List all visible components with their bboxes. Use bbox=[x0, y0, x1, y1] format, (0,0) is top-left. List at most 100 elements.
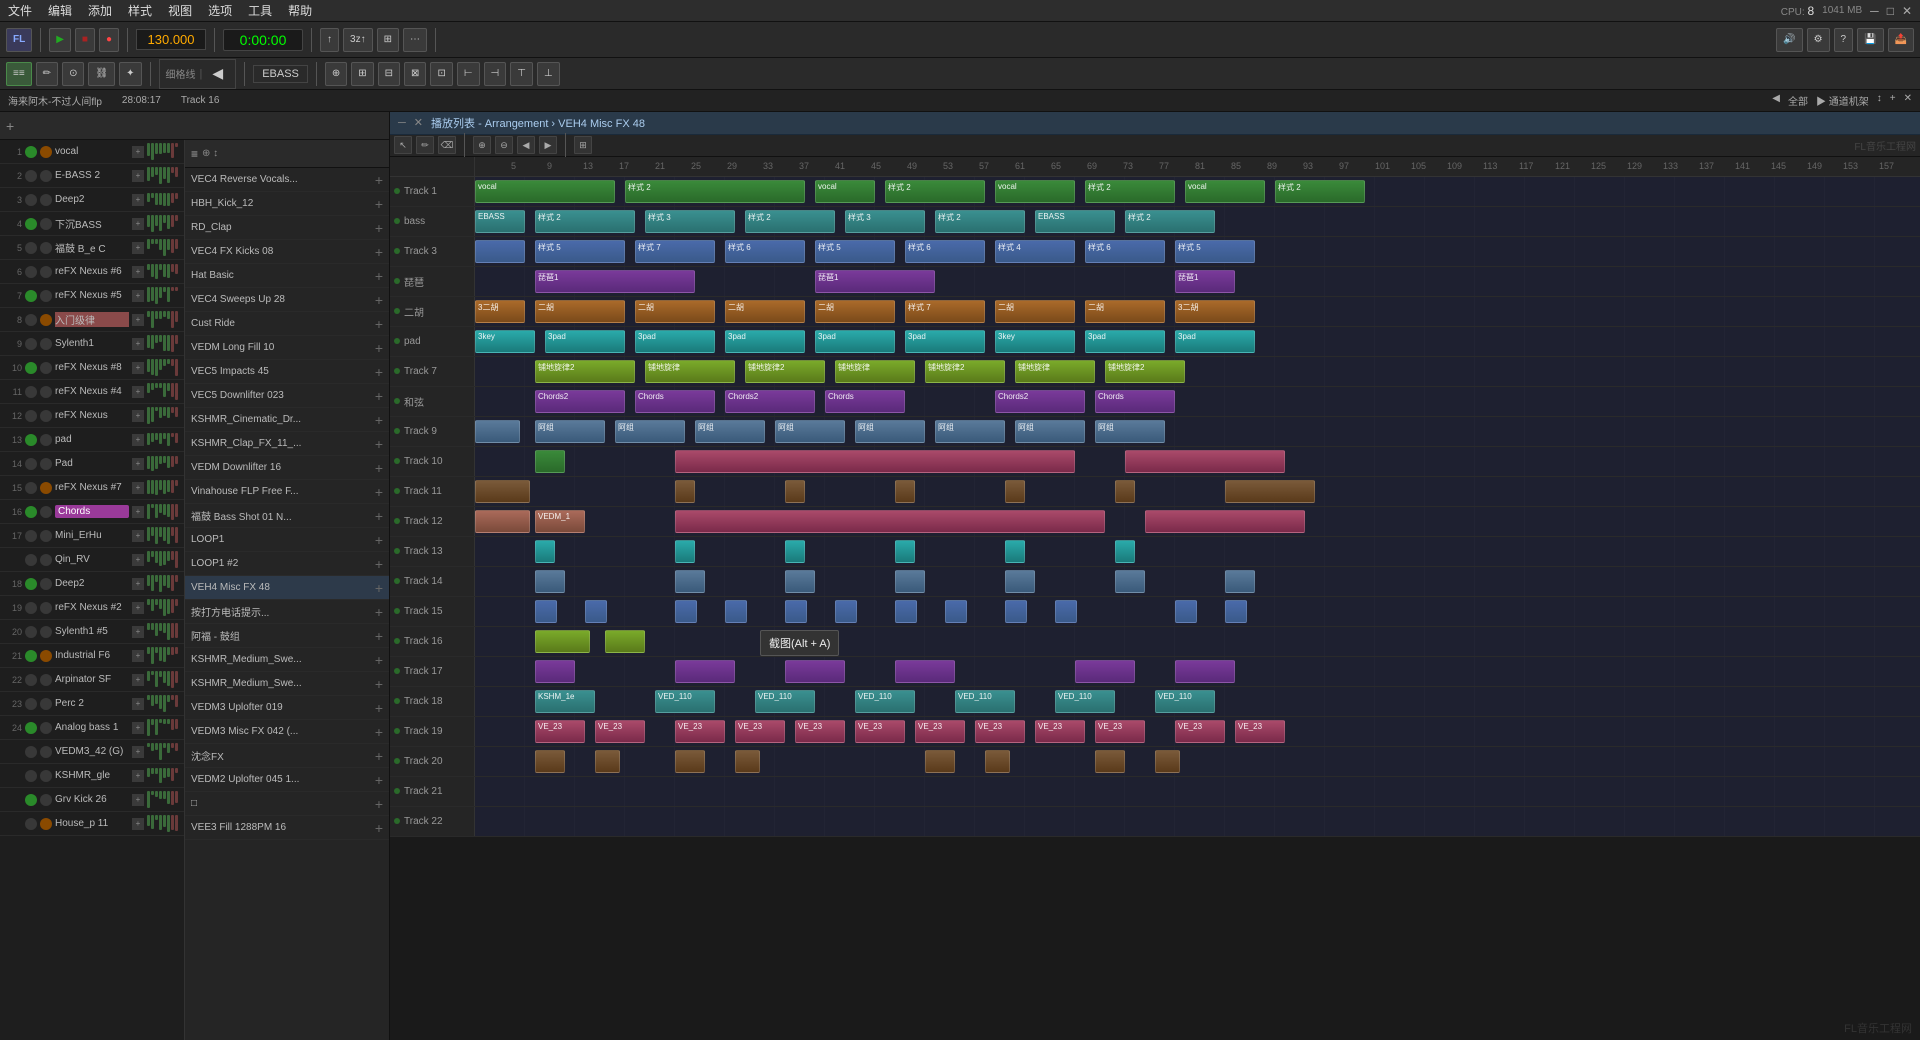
channel-strip-12[interactable]: 13 pad + bbox=[0, 428, 184, 452]
track-clips-4[interactable]: 3二胡二胡二胡二胡二胡样式 7二胡二胡3二胡 bbox=[475, 297, 1920, 326]
bpm-display[interactable]: 130.000 bbox=[136, 29, 206, 50]
cs-mute-15[interactable] bbox=[25, 506, 37, 518]
track-clips-20[interactable] bbox=[475, 777, 1920, 806]
cs-solo-11[interactable] bbox=[40, 410, 52, 422]
pi-add-22[interactable]: + bbox=[375, 700, 383, 716]
track-clips-16[interactable] bbox=[475, 657, 1920, 686]
tool-mute[interactable]: ✦ bbox=[119, 62, 141, 86]
clip-t18-c9[interactable]: VE_23 bbox=[1095, 720, 1145, 743]
clip-t14-c5[interactable] bbox=[835, 600, 857, 623]
pi-add-10[interactable]: + bbox=[375, 412, 383, 428]
cs-mute-20[interactable] bbox=[25, 626, 37, 638]
arr-scroll-right[interactable]: ▶ bbox=[539, 136, 557, 154]
pi-add-6[interactable]: + bbox=[375, 316, 383, 332]
channel-strip-27[interactable]: Grv Kick 26 + bbox=[0, 788, 184, 812]
cs-solo-19[interactable] bbox=[40, 602, 52, 614]
clip-t9-c0[interactable] bbox=[535, 450, 565, 473]
clip-t2-c6[interactable]: 样式 4 bbox=[995, 240, 1075, 263]
pattern-item-11[interactable]: KSHMR_Clap_FX_11_... + bbox=[185, 432, 389, 456]
cs-solo-25[interactable] bbox=[40, 746, 52, 758]
clip-t13-c1[interactable] bbox=[675, 570, 705, 593]
track-clips-11[interactable]: VEDM_1 bbox=[475, 507, 1920, 536]
clip-t7-c5[interactable]: Chords bbox=[1095, 390, 1175, 413]
cs-mute-24[interactable] bbox=[25, 722, 37, 734]
mix-btn3[interactable]: ⊟ bbox=[378, 62, 400, 86]
clip-t12-c4[interactable] bbox=[1005, 540, 1025, 563]
pattern-item-26[interactable]: □ + bbox=[185, 792, 389, 816]
cs-add-26[interactable]: + bbox=[132, 770, 144, 782]
track-clips-18[interactable]: VE_23VE_23VE_23VE_23VE_23VE_23VE_23VE_23… bbox=[475, 717, 1920, 746]
mix-btn6[interactable]: ⊢ bbox=[457, 62, 480, 86]
clip-t14-c10[interactable] bbox=[1175, 600, 1197, 623]
channel-strip-6[interactable]: 7 reFX Nexus #5 + bbox=[0, 284, 184, 308]
pi-add-26[interactable]: + bbox=[375, 796, 383, 812]
cs-mute-1[interactable] bbox=[25, 170, 37, 182]
win-maximize[interactable]: □ bbox=[1887, 4, 1894, 18]
cs-mute-13[interactable] bbox=[25, 458, 37, 470]
clip-t4-c7[interactable]: 二胡 bbox=[1085, 300, 1165, 323]
tracks-scroll-area[interactable]: Track 1vocal样式 2vocal样式 2vocal样式 2vocal样… bbox=[390, 177, 1920, 1040]
cs-mute-10[interactable] bbox=[25, 386, 37, 398]
clip-t0-c4[interactable]: vocal bbox=[995, 180, 1075, 203]
arr-tool-eraser[interactable]: ⌫ bbox=[438, 136, 456, 154]
clip-t7-c1[interactable]: Chords bbox=[635, 390, 715, 413]
cs-add-19[interactable]: + bbox=[132, 602, 144, 614]
record-button[interactable]: ● bbox=[99, 28, 119, 52]
clip-t19-c5[interactable] bbox=[985, 750, 1010, 773]
mix-btn7[interactable]: ⊣ bbox=[484, 62, 507, 86]
pi-add-1[interactable]: + bbox=[375, 196, 383, 212]
track-clips-14[interactable] bbox=[475, 597, 1920, 626]
clip-t18-c5[interactable]: VE_23 bbox=[855, 720, 905, 743]
clip-t14-c8[interactable] bbox=[1005, 600, 1027, 623]
mix-btn9[interactable]: ⊥ bbox=[537, 62, 560, 86]
clip-t11-c3[interactable] bbox=[1145, 510, 1305, 533]
pi-add-16[interactable]: + bbox=[375, 556, 383, 572]
menu-style[interactable]: 样式 bbox=[128, 2, 152, 19]
win-minimize[interactable]: ─ bbox=[1870, 4, 1879, 18]
clip-t2-c4[interactable]: 样式 5 bbox=[815, 240, 895, 263]
cs-add-18[interactable]: + bbox=[132, 578, 144, 590]
track-clips-0[interactable]: vocal样式 2vocal样式 2vocal样式 2vocal样式 2 bbox=[475, 177, 1920, 206]
pi-add-3[interactable]: + bbox=[375, 244, 383, 260]
cs-name-1[interactable]: E-BASS 2 bbox=[55, 170, 129, 181]
clip-t6-c3[interactable]: 铺地旋律 bbox=[835, 360, 915, 383]
pattern-item-7[interactable]: VEDM Long Fill 10 + bbox=[185, 336, 389, 360]
clip-t10-c3[interactable] bbox=[895, 480, 915, 503]
cs-name-20[interactable]: Sylenth1 #5 bbox=[55, 626, 129, 637]
logo-btn[interactable]: FL bbox=[6, 28, 32, 52]
clip-t7-c3[interactable]: Chords bbox=[825, 390, 905, 413]
cs-add-17[interactable]: + bbox=[132, 554, 144, 566]
clip-t5-c5[interactable]: 3pad bbox=[905, 330, 985, 353]
clip-t4-c4[interactable]: 二胡 bbox=[815, 300, 895, 323]
cs-add-11[interactable]: + bbox=[132, 410, 144, 422]
cs-name-16[interactable]: Mini_ErHu bbox=[55, 530, 129, 541]
cs-name-17[interactable]: Qin_RV bbox=[55, 554, 129, 565]
clip-t10-c6[interactable] bbox=[1225, 480, 1315, 503]
track-clips-17[interactable]: KSHM_1eVED_110VED_110VED_110VED_110VED_1… bbox=[475, 687, 1920, 716]
cs-solo-9[interactable] bbox=[40, 362, 52, 374]
cs-add-10[interactable]: + bbox=[132, 386, 144, 398]
tool-btn-4[interactable]: ⋯ bbox=[403, 28, 427, 52]
clip-t8-c6[interactable]: 阿组 bbox=[935, 420, 1005, 443]
pattern-item-17[interactable]: VEH4 Misc FX 48 + bbox=[185, 576, 389, 600]
pi-add-11[interactable]: + bbox=[375, 436, 383, 452]
clip-t19-c2[interactable] bbox=[675, 750, 705, 773]
pi-add-0[interactable]: + bbox=[375, 172, 383, 188]
clip-t18-c6[interactable]: VE_23 bbox=[915, 720, 965, 743]
cs-add-21[interactable]: + bbox=[132, 650, 144, 662]
pattern-item-16[interactable]: LOOP1 #2 + bbox=[185, 552, 389, 576]
channel-strip-2[interactable]: 3 Deep2 + bbox=[0, 188, 184, 212]
track-clips-12[interactable] bbox=[475, 537, 1920, 566]
pi-add-27[interactable]: + bbox=[375, 820, 383, 836]
clip-t10-c4[interactable] bbox=[1005, 480, 1025, 503]
pattern-item-21[interactable]: KSHMR_Medium_Swe... + bbox=[185, 672, 389, 696]
pattern-item-0[interactable]: VEC4 Reverse Vocals... + bbox=[185, 168, 389, 192]
cs-add-5[interactable]: + bbox=[132, 266, 144, 278]
pi-add-8[interactable]: + bbox=[375, 364, 383, 380]
pattern-item-18[interactable]: 按打方电话提示... + bbox=[185, 600, 389, 624]
channel-strip-18[interactable]: 18 Deep2 + bbox=[0, 572, 184, 596]
cs-solo-4[interactable] bbox=[40, 242, 52, 254]
clip-t11-c2[interactable] bbox=[675, 510, 1105, 533]
pi-add-18[interactable]: + bbox=[375, 604, 383, 620]
cs-name-18[interactable]: Deep2 bbox=[55, 578, 129, 589]
